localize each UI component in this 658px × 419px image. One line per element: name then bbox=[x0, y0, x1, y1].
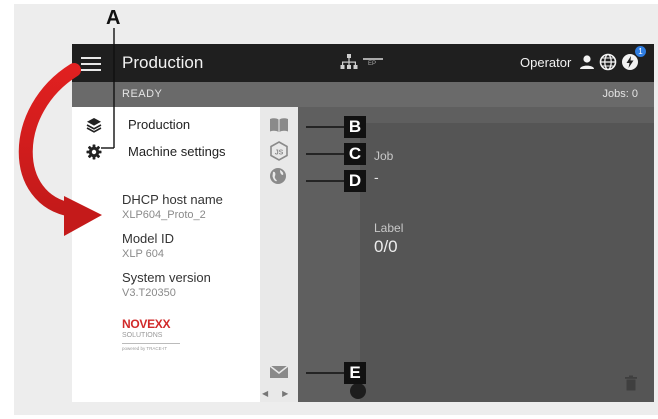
network-icon[interactable] bbox=[340, 54, 358, 70]
menu-item-machine-settings[interactable]: Machine settings bbox=[86, 142, 246, 162]
callout-a: A bbox=[106, 7, 121, 29]
label-counter: 0/0 bbox=[374, 237, 398, 256]
globe-icon[interactable] bbox=[599, 53, 617, 71]
callout-e: E bbox=[344, 362, 366, 384]
job-label: Job bbox=[374, 149, 394, 163]
gear-icon bbox=[86, 144, 102, 160]
dhcp-host-label: DHCP host name bbox=[122, 192, 223, 207]
user-icon[interactable] bbox=[579, 54, 595, 70]
label-label: Label bbox=[374, 221, 404, 235]
book-icon[interactable] bbox=[269, 117, 289, 133]
globe-icon[interactable] bbox=[269, 167, 287, 185]
operator-label[interactable]: Operator bbox=[520, 55, 571, 70]
nodejs-icon[interactable]: JS bbox=[269, 141, 289, 161]
ep-label: EP bbox=[368, 61, 377, 67]
callout-c: C bbox=[344, 143, 366, 165]
status-text: READY bbox=[122, 88, 163, 100]
layers-icon bbox=[86, 118, 102, 133]
icon-rail: JS ◀ ▶ bbox=[260, 107, 298, 402]
logo-powered-by: powered by TRACE-IT bbox=[122, 346, 168, 351]
hamburger-menu-icon[interactable] bbox=[81, 57, 101, 71]
round-button[interactable] bbox=[350, 383, 366, 399]
trash-icon[interactable] bbox=[624, 375, 638, 391]
novexx-logo: NOVEXX SOLUTIONS powered by TRACE-IT bbox=[122, 317, 180, 351]
page-title: Production bbox=[122, 53, 204, 72]
job-info-panel bbox=[360, 123, 654, 402]
system-version-label: System version bbox=[122, 270, 211, 285]
model-id-label: Model ID bbox=[122, 231, 175, 246]
callout-b: B bbox=[344, 116, 366, 138]
menu-item-label: Machine settings bbox=[128, 144, 226, 159]
svg-text:JS: JS bbox=[275, 150, 284, 157]
model-id-value: XLP 604 bbox=[122, 248, 165, 260]
status-bar: READY Jobs: 0 bbox=[72, 82, 654, 107]
side-menu: Production Machine settings DHCP host na… bbox=[72, 107, 260, 402]
top-bar: Production EP Operator 1 bbox=[72, 44, 654, 82]
mail-icon[interactable] bbox=[269, 365, 289, 379]
system-version-value: V3.T20350 bbox=[122, 287, 176, 299]
dhcp-host-value: XLP604_Proto_2 bbox=[122, 209, 206, 221]
menu-item-production[interactable]: Production bbox=[86, 115, 246, 135]
job-value: - bbox=[374, 169, 379, 185]
ep-icon[interactable]: EP bbox=[363, 58, 383, 68]
jobs-count: Jobs: 0 bbox=[602, 88, 638, 100]
logo-divider bbox=[122, 343, 180, 344]
logo-name: NOVEXX bbox=[122, 317, 171, 331]
callout-d: D bbox=[344, 170, 366, 192]
logo-sub: SOLUTIONS bbox=[122, 332, 163, 339]
notification-badge: 1 bbox=[635, 46, 646, 57]
device-screen: Production EP Operator 1 READY Jobs: 0 P… bbox=[72, 44, 654, 402]
scroll-arrows[interactable]: ◀ ▶ bbox=[262, 389, 302, 398]
menu-item-label: Production bbox=[128, 117, 191, 132]
